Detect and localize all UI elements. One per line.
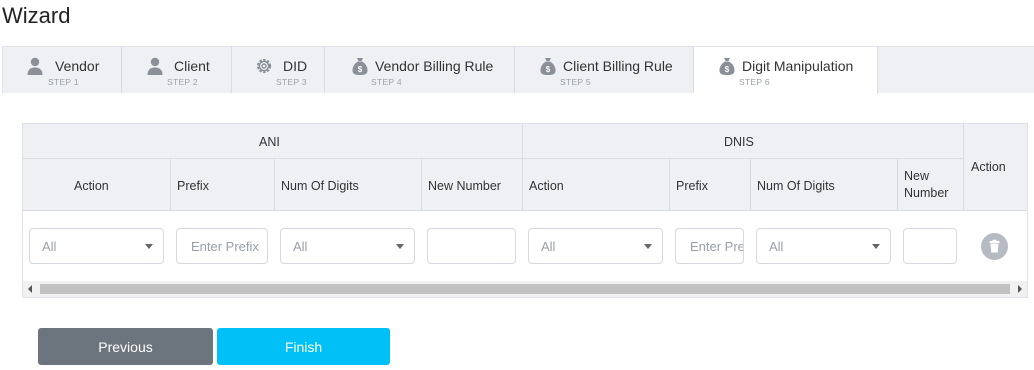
dnis-action-select[interactable]: All xyxy=(528,228,663,264)
col-dnis-new-number: New Number xyxy=(898,159,964,211)
ani-action-select[interactable]: All xyxy=(29,228,164,264)
col-dnis-prefix: Prefix xyxy=(670,159,751,211)
user-icon xyxy=(27,57,43,75)
col-label: Num Of Digits xyxy=(281,179,359,193)
action-header-label: Action xyxy=(971,160,1006,174)
tab-label: DID xyxy=(283,58,308,74)
dnis-new-number-input[interactable] xyxy=(903,228,957,264)
col-ani-num-digits: Num Of Digits xyxy=(275,159,422,211)
ani-num-digits-select[interactable]: All xyxy=(280,228,415,264)
select-value: All xyxy=(541,239,556,254)
select-value: All xyxy=(769,239,784,254)
col-label: New Number xyxy=(428,179,501,193)
chevron-down-icon xyxy=(396,244,404,249)
tab-label: Digit Manipulation xyxy=(742,58,854,74)
scroll-right-icon[interactable] xyxy=(1018,285,1022,293)
tab-vendor[interactable]: Vendor STEP 1 xyxy=(3,47,122,93)
chevron-down-icon xyxy=(872,244,880,249)
svg-text:$: $ xyxy=(725,65,730,74)
delete-row-button[interactable] xyxy=(981,233,1008,260)
tab-step: STEP 2 xyxy=(167,77,198,87)
scrollbar-thumb[interactable] xyxy=(40,284,1010,294)
money-bag-icon: $ xyxy=(540,58,556,75)
col-dnis-action: Action xyxy=(523,159,670,211)
tab-label: Vendor xyxy=(55,58,100,74)
tab-client-billing-rule[interactable]: $ Client Billing Rule STEP 5 xyxy=(515,47,694,93)
previous-button[interactable]: Previous xyxy=(38,328,213,365)
col-label: Prefix xyxy=(676,179,708,193)
money-bag-icon: $ xyxy=(719,58,735,75)
tab-step: STEP 1 xyxy=(48,77,79,87)
tab-did[interactable]: DID STEP 3 xyxy=(232,47,325,93)
gear-icon xyxy=(256,58,272,74)
select-value: All xyxy=(293,239,308,254)
col-ani-prefix: Prefix xyxy=(171,159,275,211)
dnis-header: DNIS xyxy=(523,124,964,159)
col-label: Action xyxy=(529,179,564,193)
ani-header: ANI xyxy=(23,124,523,159)
dnis-prefix-input[interactable] xyxy=(675,228,744,264)
tab-step: STEP 3 xyxy=(276,77,307,87)
page-title: Wizard xyxy=(2,3,71,28)
tab-step: STEP 4 xyxy=(371,77,402,87)
col-ani-new-number: New Number xyxy=(422,159,523,211)
scroll-left-icon[interactable] xyxy=(28,285,32,293)
ani-header-label: ANI xyxy=(259,135,280,149)
tab-label: Client xyxy=(174,58,210,74)
chevron-down-icon xyxy=(145,244,153,249)
col-label: Action xyxy=(74,179,109,193)
dnis-num-digits-select[interactable]: All xyxy=(756,228,891,264)
wizard-tabs: Vendor STEP 1 Client STEP 2 DID STEP 3 $… xyxy=(2,46,1034,94)
col-ani-action: Action xyxy=(23,159,171,211)
ani-new-number-input[interactable] xyxy=(427,228,516,264)
tab-vendor-billing-rule[interactable]: $ Vendor Billing Rule STEP 4 xyxy=(325,47,515,93)
ani-prefix-input[interactable] xyxy=(176,228,268,264)
money-bag-icon: $ xyxy=(352,58,368,75)
digit-manipulation-table: ANI DNIS Action Action Prefix Num Of Dig… xyxy=(22,123,1028,298)
select-value: All xyxy=(42,239,57,254)
svg-text:$: $ xyxy=(358,65,363,74)
chevron-down-icon xyxy=(644,244,652,249)
action-header: Action xyxy=(964,124,1027,211)
horizontal-scrollbar[interactable] xyxy=(23,281,1027,297)
tab-label: Client Billing Rule xyxy=(563,58,673,74)
col-label-line1: New xyxy=(904,169,930,183)
col-label: Prefix xyxy=(177,179,209,193)
dnis-header-label: DNIS xyxy=(724,135,754,149)
tab-digit-manipulation[interactable]: $ Digit Manipulation STEP 6 xyxy=(694,47,878,94)
tab-client[interactable]: Client STEP 2 xyxy=(122,47,232,93)
col-dnis-num-digits: Num Of Digits xyxy=(751,159,898,211)
tab-step: STEP 5 xyxy=(560,77,591,87)
tab-step: STEP 6 xyxy=(739,77,770,87)
trash-icon xyxy=(989,239,1000,253)
tab-label: Vendor Billing Rule xyxy=(375,58,494,74)
svg-text:$: $ xyxy=(546,65,551,74)
col-label-line2: Number xyxy=(904,186,949,200)
finish-button[interactable]: Finish xyxy=(217,328,390,365)
user-icon xyxy=(147,57,163,75)
col-label: Num Of Digits xyxy=(757,179,835,193)
